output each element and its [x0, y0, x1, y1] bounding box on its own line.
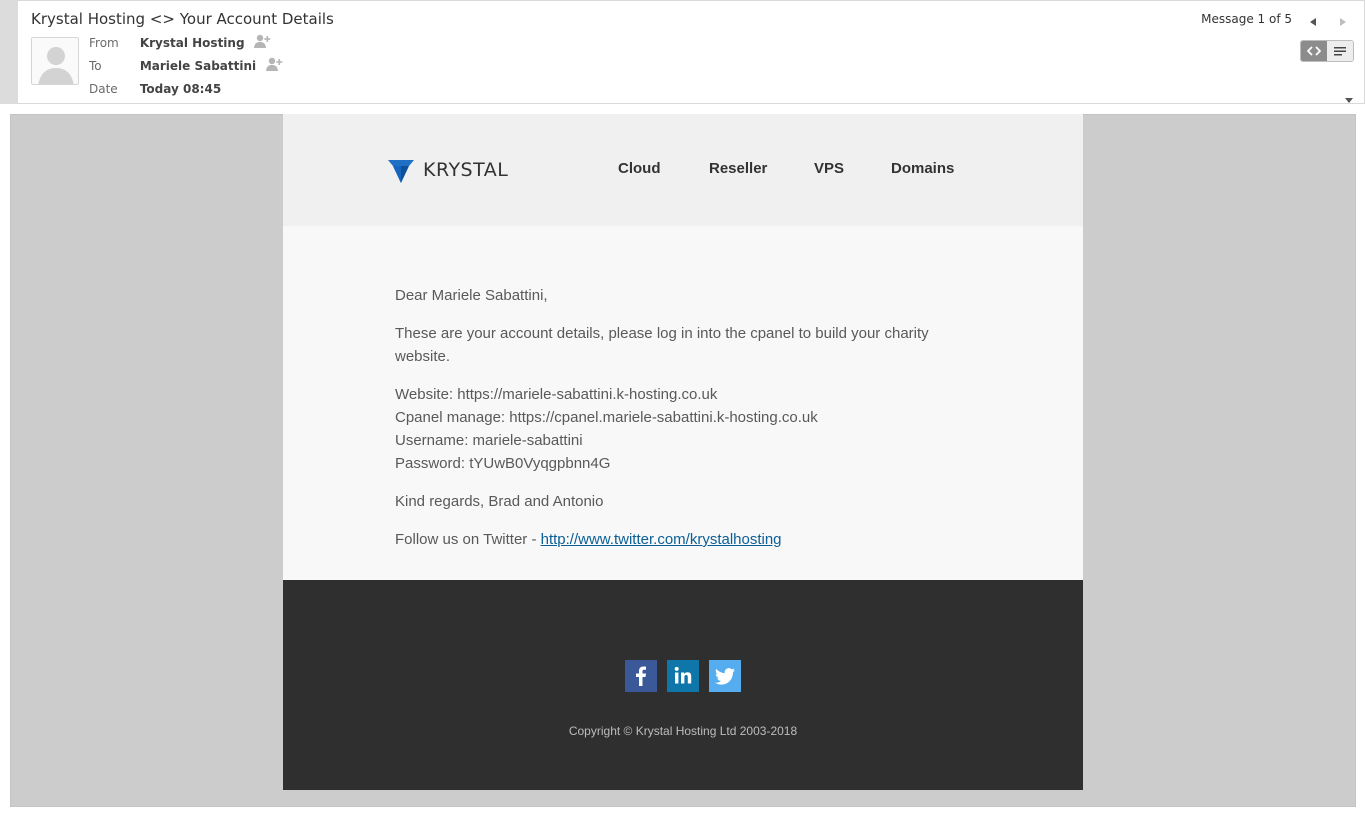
to-label: To: [89, 59, 102, 73]
from-value[interactable]: Krystal Hosting: [140, 36, 245, 50]
message-header: Krystal Hosting <> Your Account Details …: [18, 0, 1365, 104]
from-label: From: [89, 36, 119, 50]
message-frame: KRYSTAL Cloud Reseller VPS Domains Dear …: [10, 114, 1356, 807]
next-message-icon[interactable]: [1336, 14, 1350, 28]
email-top-bar: KRYSTAL Cloud Reseller VPS Domains: [283, 114, 1083, 226]
email-content: KRYSTAL Cloud Reseller VPS Domains Dear …: [283, 114, 1083, 790]
nav-link-vps[interactable]: VPS: [814, 160, 844, 177]
view-mode-toggle: [1300, 40, 1354, 62]
sender-avatar: [31, 37, 79, 85]
intro-text: These are your account details, please l…: [395, 325, 929, 365]
website-line: Website: https://mariele-sabattini.k-hos…: [395, 386, 718, 403]
follow-prefix: Follow us on Twitter -: [395, 531, 541, 548]
previous-message-icon[interactable]: [1306, 14, 1320, 28]
add-contact-icon[interactable]: [265, 57, 284, 76]
email-body: Dear Mariele Sabattini, These are your a…: [283, 226, 1083, 580]
to-value[interactable]: Mariele Sabattini: [140, 59, 256, 73]
nav-link-domains[interactable]: Domains: [891, 160, 954, 177]
social-links: [625, 660, 741, 692]
nav-link-cloud[interactable]: Cloud: [618, 160, 661, 177]
text-lines-icon: [1334, 47, 1346, 56]
email-nav: Cloud Reseller VPS Domains: [283, 160, 1083, 180]
twitter-link[interactable]: http://www.twitter.com/krystalhosting: [541, 531, 782, 548]
follow-line: Follow us on Twitter - http://www.twitte…: [395, 528, 971, 551]
regards: Kind regards, Brad and Antonio: [395, 493, 604, 510]
add-contact-icon[interactable]: [254, 34, 272, 53]
plaintext-view-button[interactable]: [1327, 41, 1353, 61]
password-line: Password: tYUwB0Vyqgpbnn4G: [395, 455, 611, 472]
nav-link-reseller[interactable]: Reseller: [709, 160, 767, 177]
copyright-text: Copyright © Krystal Hosting Ltd 2003-201…: [568, 724, 798, 738]
email-footer: Copyright © Krystal Hosting Ltd 2003-201…: [283, 580, 1083, 790]
username-line: Username: mariele-sabattini: [395, 432, 583, 449]
facebook-icon[interactable]: [625, 660, 657, 692]
date-row: Date Today 08:45: [89, 80, 221, 98]
linkedin-icon[interactable]: [667, 660, 699, 692]
to-row: To Mariele Sabattini: [89, 57, 284, 75]
date-label: Date: [89, 82, 118, 96]
cpanel-line: Cpanel manage: https://cpanel.mariele-sa…: [395, 409, 818, 426]
from-row: From Krystal Hosting: [89, 34, 272, 52]
message-counter: Message 1 of 5: [1201, 12, 1292, 26]
account-details: Website: https://mariele-sabattini.k-hos…: [395, 383, 971, 475]
date-value: Today 08:45: [139, 82, 222, 96]
message-subject: Krystal Hosting <> Your Account Details: [31, 10, 334, 28]
left-strip: [0, 0, 18, 104]
greeting: Dear Mariele Sabattini,: [395, 287, 548, 304]
html-view-button[interactable]: [1301, 41, 1327, 61]
twitter-icon[interactable]: [709, 660, 741, 692]
code-icon: [1307, 46, 1321, 56]
person-icon: [38, 47, 74, 84]
expand-header-icon[interactable]: [1344, 89, 1354, 108]
